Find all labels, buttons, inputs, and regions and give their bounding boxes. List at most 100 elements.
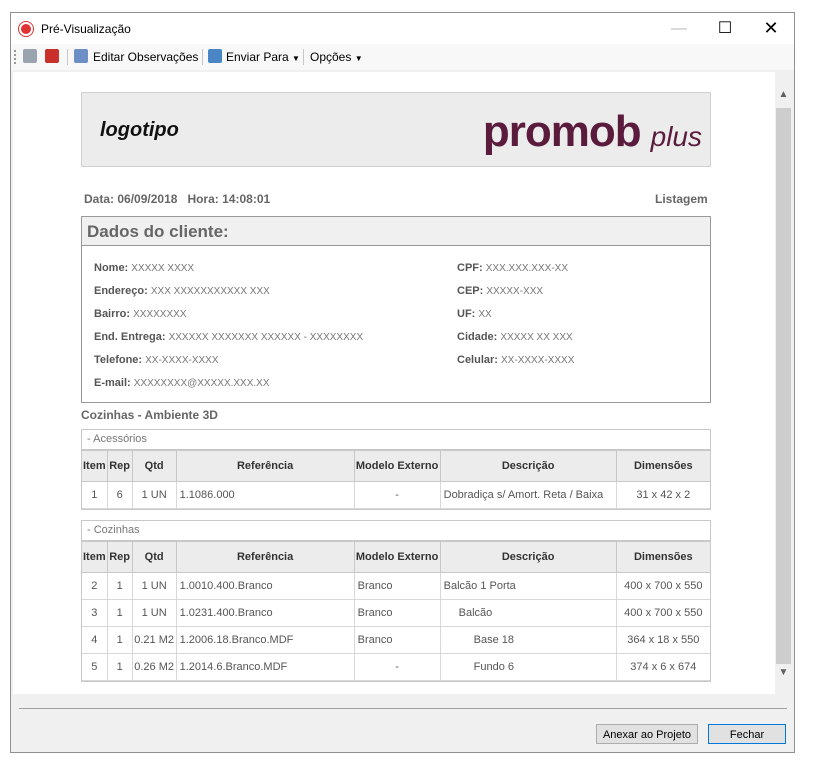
vertical-scrollbar[interactable]: ▲ ▼	[775, 72, 792, 694]
column-header: Qtd	[131, 450, 177, 482]
brand-plus: plus	[650, 121, 702, 152]
preview-window: Pré-Visualização — ☐ ✕ Editar Observaçõe…	[10, 12, 795, 753]
group-name: - Cozinhas	[82, 521, 710, 541]
cell-modelo: Branco	[353, 572, 441, 600]
cell-desc: Base 18	[439, 626, 617, 654]
column-header: Referência	[175, 541, 355, 573]
column-header: Modelo Externo	[353, 450, 441, 482]
date-label: Data:	[84, 192, 115, 206]
cell-ref: 1.0231.400.Branco	[175, 599, 355, 627]
table-row: 5 1 0.26 M2 1.2014.6.Branco.MDF - Fundo …	[82, 653, 710, 681]
group-table-acessorios: - Acessórios Item Rep Qtd Referência Mod…	[81, 429, 711, 510]
edit-notes-icon	[74, 49, 88, 63]
column-header: Rep	[106, 541, 133, 573]
field-cep: CEP: XXXXX-XXX	[457, 285, 544, 297]
close-button[interactable]: Fechar	[708, 724, 786, 744]
edit-notes-button[interactable]: Editar Observações	[93, 49, 198, 65]
cell-qtd: 0.21 M2	[131, 626, 177, 654]
table-header-row: Item Rep Qtd Referência Modelo Externo D…	[82, 450, 710, 482]
scroll-down-icon[interactable]: ▼	[775, 664, 792, 681]
cell-dim: 374 x 6 x 674	[615, 653, 710, 681]
column-header: Descrição	[439, 541, 617, 573]
send-to-button[interactable]: Enviar Para ▼	[226, 49, 300, 65]
cell-item: 1	[82, 481, 108, 509]
field-endereco: Endereço: XXX XXXXXXXXXXX XXX	[94, 285, 270, 297]
cell-rep: 1	[106, 572, 133, 600]
cell-modelo: -	[353, 481, 441, 509]
options-button[interactable]: Opções ▼	[310, 49, 363, 65]
items-table: Item Rep Qtd Referência Modelo Externo D…	[82, 541, 710, 681]
title-bar: Pré-Visualização — ☐ ✕	[11, 13, 794, 44]
table-row: 2 1 1 UN 1.0010.400.Branco Branco Balcão…	[82, 572, 710, 600]
group-table-cozinhas: - Cozinhas Item Rep Qtd Referência Model…	[81, 520, 711, 682]
cell-ref: 1.2014.6.Branco.MDF	[175, 653, 355, 681]
field-email: E-mail: XXXXXXXX@XXXXX.XXX.XX	[94, 377, 270, 389]
column-header: Qtd	[131, 541, 177, 573]
footer-divider	[19, 708, 787, 709]
scroll-thumb[interactable]	[776, 108, 791, 664]
cell-desc: Balcão 1 Porta	[439, 572, 617, 600]
column-header: Dimensões	[615, 450, 710, 482]
toolbar-separator	[202, 49, 203, 65]
report-preview[interactable]: logotipo promob plus Data: 06/09/2018 Hor…	[13, 72, 775, 694]
scroll-up-icon[interactable]: ▲	[775, 86, 792, 103]
table-header-row: Item Rep Qtd Referência Modelo Externo D…	[82, 541, 710, 573]
close-window-button[interactable]: ✕	[748, 13, 794, 44]
field-cpf: CPF: XXX.XXX.XXX-XX	[457, 262, 568, 274]
cell-item: 4	[82, 626, 108, 654]
pdf-icon[interactable]	[45, 49, 59, 63]
attach-to-project-button[interactable]: Anexar ao Projeto	[596, 724, 698, 744]
date-time: Data: 06/09/2018 Hora: 14:08:01	[84, 192, 270, 206]
cell-desc: Balcão	[439, 599, 617, 627]
field-uf: UF: XX	[457, 308, 492, 320]
cell-ref: 1.2006.18.Branco.MDF	[175, 626, 355, 654]
table-row: 4 1 0.21 M2 1.2006.18.Branco.MDF Branco …	[82, 626, 710, 654]
chevron-down-icon: ▼	[354, 54, 363, 63]
client-data-box: Dados do cliente: Nome: XXXXX XXXX Ender…	[81, 216, 711, 403]
cell-dim: 400 x 700 x 550	[615, 572, 710, 600]
column-header: Item	[82, 541, 108, 573]
print-icon[interactable]	[23, 49, 37, 63]
column-header: Dimensões	[615, 541, 710, 573]
time-value: 14:08:01	[222, 192, 271, 206]
field-bairro: Bairro: XXXXXXXX	[94, 308, 187, 320]
app-icon	[19, 22, 33, 36]
listing-label: Listagem	[655, 192, 708, 206]
cell-modelo: -	[353, 653, 441, 681]
maximize-button[interactable]: ☐	[702, 13, 748, 44]
table-row: 1 6 1 UN 1.1086.000 - Dobradiça s/ Amort…	[82, 481, 710, 509]
chevron-down-icon: ▼	[292, 54, 300, 63]
table-row: 3 1 1 UN 1.0231.400.Branco Branco Balcão…	[82, 599, 710, 627]
toolbar-separator	[67, 49, 68, 65]
brand-logo: promob plus	[483, 107, 702, 157]
field-nome: Nome: XXXXX XXXX	[94, 262, 195, 274]
cell-ref: 1.0010.400.Branco	[175, 572, 355, 600]
logo-text: logotipo	[100, 119, 179, 141]
items-table: Item Rep Qtd Referência Modelo Externo D…	[82, 450, 710, 509]
client-header: Dados do cliente:	[82, 217, 710, 246]
column-header: Modelo Externo	[353, 541, 441, 573]
cell-dim: 400 x 700 x 550	[615, 599, 710, 627]
cell-rep: 1	[106, 599, 133, 627]
time-label: Hora:	[187, 192, 219, 206]
cell-dim: 364 x 18 x 550	[615, 626, 710, 654]
column-header: Referência	[175, 450, 355, 482]
cell-dim: 31 x 42 x 2	[615, 481, 710, 509]
report-header-logo: logotipo promob plus	[81, 92, 711, 167]
cell-qtd: 1 UN	[131, 572, 177, 600]
cell-item: 2	[82, 572, 108, 600]
client-title: Dados do cliente:	[87, 222, 229, 241]
toolbar: Editar Observações Enviar Para ▼ Opções …	[11, 44, 794, 70]
cell-desc: Dobradiça s/ Amort. Reta / Baixa	[439, 481, 617, 509]
column-header: Descrição	[439, 450, 617, 482]
cell-item: 5	[82, 653, 108, 681]
field-cidade: Cidade: XXXXX XX XXX	[457, 331, 573, 343]
field-celular: Celular: XX-XXXX-XXXX	[457, 354, 575, 366]
window-title: Pré-Visualização	[41, 22, 131, 36]
cell-qtd: 1 UN	[131, 599, 177, 627]
cell-item: 3	[82, 599, 108, 627]
cell-modelo: Branco	[353, 599, 441, 627]
minimize-button[interactable]: —	[656, 13, 702, 44]
cell-modelo: Branco	[353, 626, 441, 654]
field-end-entrega: End. Entrega: XXXXXX XXXXXXX XXXXXX - XX…	[94, 331, 364, 343]
